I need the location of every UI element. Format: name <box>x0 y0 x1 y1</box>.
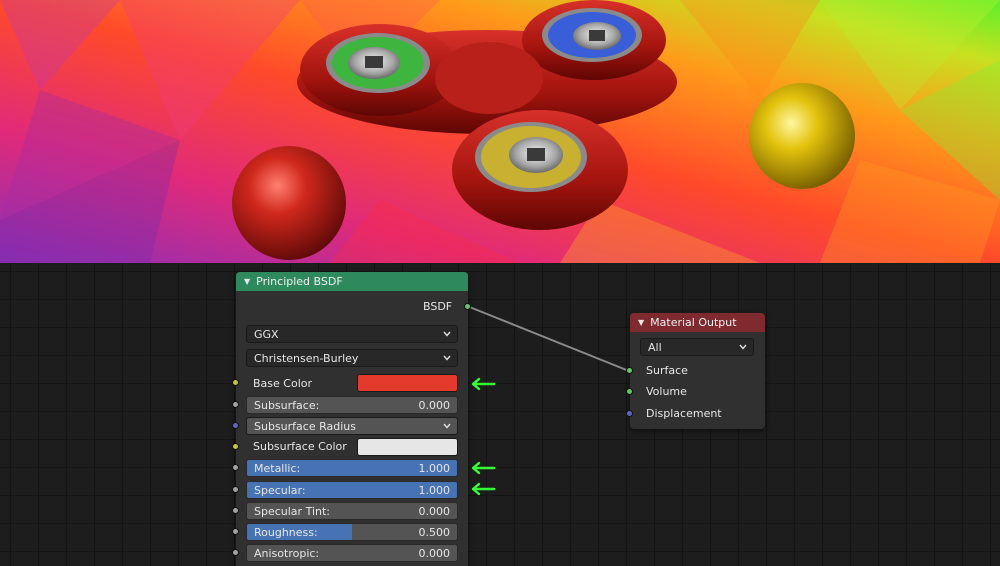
roughness-socket[interactable] <box>232 528 239 535</box>
chevron-down-icon <box>739 344 747 350</box>
render-viewport <box>0 0 1000 263</box>
material-output-node[interactable]: ▼ Material Output All Surface Volume Dis… <box>626 313 765 429</box>
surface-input-socket[interactable] <box>626 367 633 374</box>
metallic-value: 1.000 <box>418 462 451 475</box>
specular-tint-socket[interactable] <box>232 507 239 514</box>
subsurface-label: Subsurface: <box>254 399 320 412</box>
anisotropic-socket[interactable] <box>232 549 239 556</box>
volume-label: Volume <box>646 385 687 398</box>
subsurface-value: 0.000 <box>418 399 451 412</box>
distribution-dropdown[interactable]: GGX <box>246 325 458 343</box>
red-metal-sphere <box>232 146 346 260</box>
metallic-socket[interactable] <box>232 464 239 471</box>
surface-label: Surface <box>646 364 688 377</box>
specular-slider[interactable]: Specular: 1.000 <box>246 481 458 499</box>
gold-metal-sphere <box>749 83 855 189</box>
anisotropic-value: 0.000 <box>418 547 451 560</box>
principled-node-header[interactable]: ▼ Principled BSDF <box>236 272 468 291</box>
chevron-down-icon <box>443 331 451 337</box>
specular-tint-value: 0.000 <box>418 505 451 518</box>
subsurface-socket[interactable] <box>232 401 239 408</box>
subsurface-color-swatch[interactable] <box>357 438 458 456</box>
subsurface-color-socket[interactable] <box>232 443 239 450</box>
specular-tint-field[interactable]: Specular Tint: 0.000 <box>246 502 458 520</box>
output-node-title: Material Output <box>650 316 737 329</box>
metallic-slider[interactable]: Metallic: 1.000 <box>246 459 458 477</box>
arrow-left-icon <box>471 482 496 496</box>
chevron-down-icon <box>443 355 451 361</box>
rendered-image <box>0 0 1000 263</box>
output-target-value: All <box>648 340 662 354</box>
output-node-header[interactable]: ▼ Material Output <box>630 313 765 332</box>
subsurface-radius-label: Subsurface Radius <box>254 419 356 433</box>
node-editor[interactable]: ▼ Principled BSDF BSDF GGX Christensen-B… <box>0 263 1000 566</box>
specular-value: 1.000 <box>418 484 451 497</box>
subsurface-color-label: Subsurface Color <box>253 440 347 453</box>
subsurface-radius-dropdown[interactable]: Subsurface Radius <box>246 417 458 435</box>
triangle-down-icon[interactable]: ▼ <box>244 277 250 286</box>
specular-label: Specular: <box>254 484 306 497</box>
subsurface-radius-socket[interactable] <box>232 422 239 429</box>
subsurface-method-value: Christensen-Burley <box>254 351 359 365</box>
base-color-label: Base Color <box>253 377 313 390</box>
displacement-label: Displacement <box>646 407 722 420</box>
anisotropic-label: Anisotropic: <box>254 547 320 560</box>
subsurface-method-dropdown[interactable]: Christensen-Burley <box>246 349 458 367</box>
chevron-down-icon <box>443 423 451 429</box>
specular-tint-label: Specular Tint: <box>254 505 330 518</box>
principled-node-title: Principled BSDF <box>256 275 343 288</box>
volume-input-socket[interactable] <box>626 388 633 395</box>
metallic-label: Metallic: <box>254 462 301 475</box>
anisotropic-field[interactable]: Anisotropic: 0.000 <box>246 544 458 562</box>
base-color-swatch[interactable] <box>357 374 458 392</box>
roughness-value: 0.500 <box>418 526 451 539</box>
bsdf-output-label: BSDF <box>423 300 453 313</box>
principled-bsdf-node[interactable]: ▼ Principled BSDF BSDF GGX Christensen-B… <box>232 272 471 566</box>
triangle-down-icon[interactable]: ▼ <box>638 318 644 327</box>
output-target-dropdown[interactable]: All <box>640 338 754 356</box>
subsurface-field[interactable]: Subsurface: 0.000 <box>246 396 458 414</box>
base-color-socket[interactable] <box>232 379 239 386</box>
displacement-input-socket[interactable] <box>626 410 633 417</box>
arrow-left-icon <box>471 377 496 391</box>
roughness-label: Roughness: <box>254 526 318 539</box>
bsdf-output-socket[interactable] <box>464 303 471 310</box>
arrow-left-icon <box>471 461 496 475</box>
specular-socket[interactable] <box>232 486 239 493</box>
distribution-value: GGX <box>254 327 279 341</box>
node-link <box>466 305 630 372</box>
roughness-slider[interactable]: Roughness: 0.500 <box>246 523 458 541</box>
